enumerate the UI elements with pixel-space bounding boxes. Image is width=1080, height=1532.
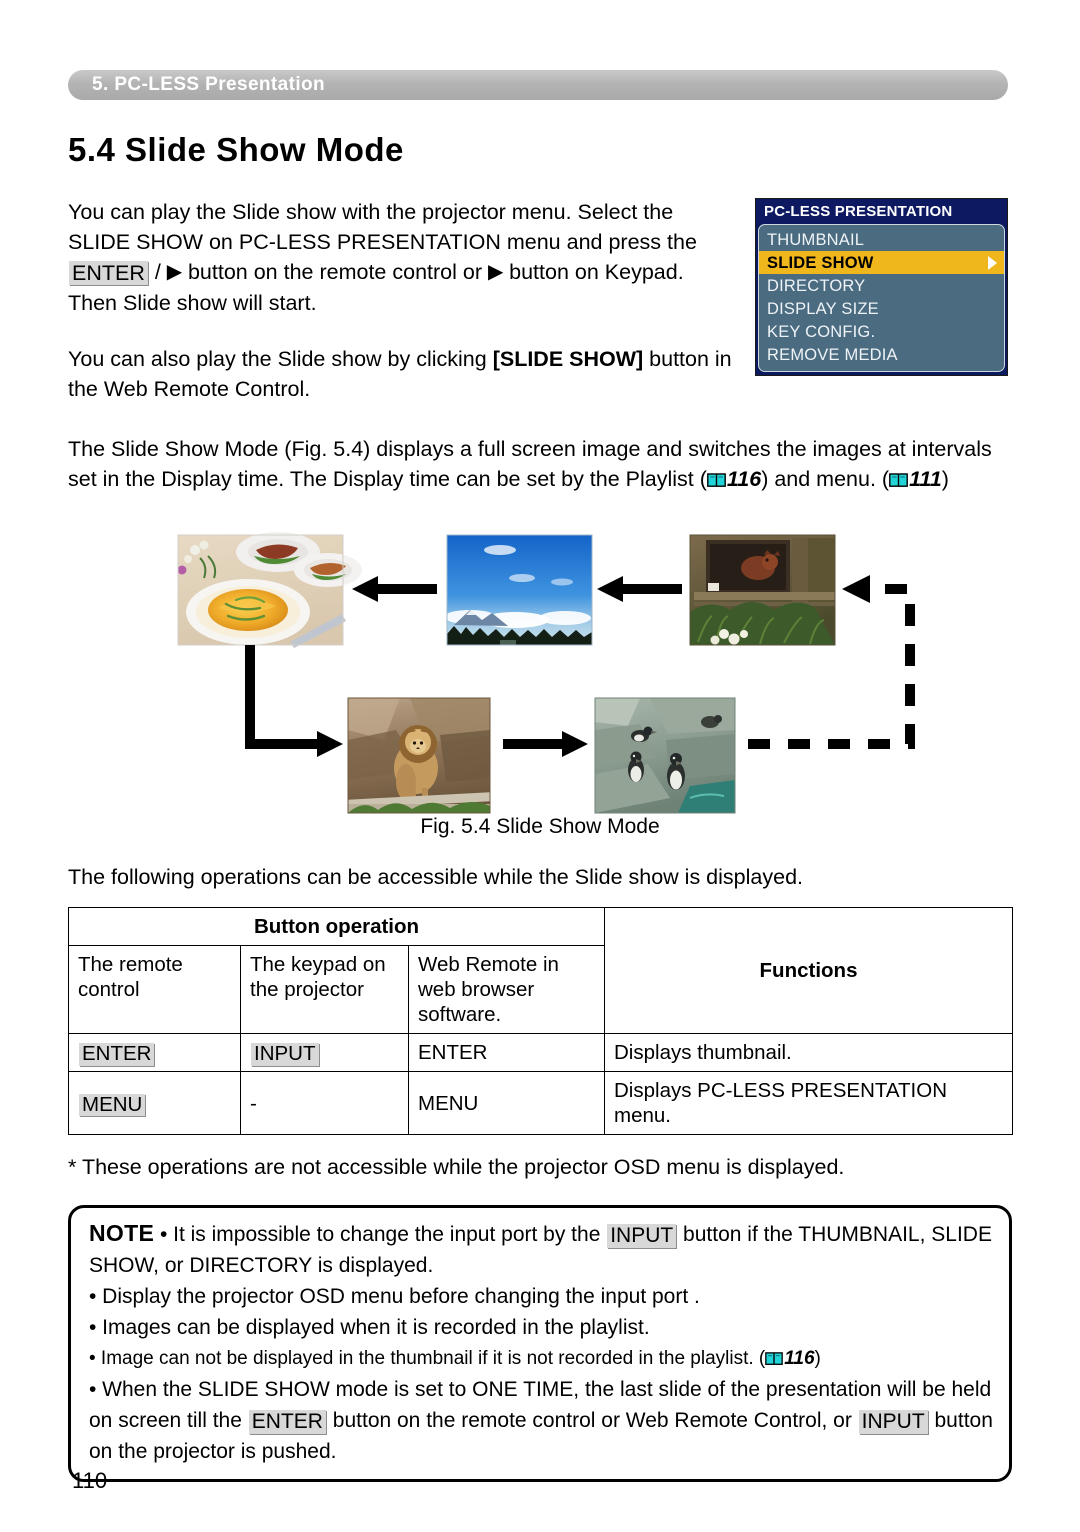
- osd-item-thumbnail-label: THUMBNAIL: [767, 230, 865, 249]
- note-line-5-b: button on the remote control or Web Remo…: [326, 1409, 858, 1432]
- table-row: MENU - MENU Displays PC-LESS PRESENTATIO…: [68, 1071, 1013, 1135]
- paragraph-web-remote-a: You can also play the Slide show by clic…: [68, 347, 493, 371]
- osd-item-directory[interactable]: DIRECTORY: [759, 274, 1004, 297]
- slide-photo-lion: [347, 697, 491, 814]
- osd-menu-title: PC-LESS PRESENTATION: [756, 199, 1007, 224]
- row1-keypad-cell: INPUT: [240, 1033, 409, 1072]
- osd-menu-screenshot: PC-LESS PRESENTATION THUMBNAIL SLIDE SHO…: [755, 198, 1008, 376]
- page-reference-116: 116: [707, 464, 761, 494]
- paragraph-mode-description: The Slide Show Mode (Fig. 5.4) displays …: [68, 434, 1016, 494]
- book-icon: [707, 473, 726, 487]
- figure-caption: Fig. 5.4 Slide Show Mode: [420, 815, 660, 838]
- osd-item-slide-show-label: SLIDE SHOW: [767, 253, 874, 272]
- page-reference-116-note-number: 116: [784, 1348, 815, 1369]
- paragraph-operations-intro: The following operations can be accessib…: [68, 865, 803, 889]
- paragraph-mode-b: ) and menu. (: [761, 467, 890, 491]
- osd-item-key-config[interactable]: KEY CONFIG.: [759, 320, 1004, 343]
- paragraph-intro: You can play the Slide show with the pro…: [68, 197, 738, 318]
- paragraph-intro-slash: /: [148, 260, 167, 284]
- arrow-food-to-lion: [245, 645, 343, 757]
- osd-item-display-size-label: DISPLAY SIZE: [767, 299, 879, 318]
- osd-item-remove-media-label: REMOVE MEDIA: [767, 345, 898, 364]
- slide-cycle-diagram: [177, 532, 915, 814]
- note-line-1-a: • It is impossible to change the input p…: [159, 1223, 607, 1246]
- osd-menu-list: THUMBNAIL SLIDE SHOW DIRECTORY DISPLAY S…: [758, 224, 1005, 372]
- chapter-header-label: 5. PC-LESS Presentation: [92, 74, 326, 95]
- table-header-button-operation: Button operation: [68, 907, 605, 946]
- page-reference-111-number: 111: [909, 467, 942, 491]
- right-triangle-icon-2: ▶: [487, 261, 504, 283]
- slide-show-cycle-figure: [170, 530, 930, 820]
- note-line-4-a: • Image can not be displayed in the thum…: [89, 1348, 766, 1369]
- table-header-remote-control: The remote control: [68, 945, 241, 1034]
- chapter-header-bar: 5. PC-LESS Presentation: [68, 70, 1008, 100]
- note-line-4: • Image can not be displayed in the thum…: [89, 1343, 993, 1374]
- slide-photo-penguins: [594, 697, 736, 814]
- arrow-panda-to-sky: [597, 576, 682, 602]
- book-icon: [765, 1352, 784, 1365]
- slide-photo-red-panda: [689, 534, 836, 646]
- note-line-4-b: ): [814, 1348, 821, 1369]
- enter-key-inline: ENTER: [69, 261, 148, 286]
- row2-web-cell: MENU: [408, 1071, 605, 1135]
- slide-show-button-label: [SLIDE SHOW]: [492, 347, 644, 371]
- row1-remote-key: ENTER: [79, 1042, 155, 1066]
- page-reference-116-note: 116: [765, 1343, 815, 1374]
- osd-item-thumbnail[interactable]: THUMBNAIL: [759, 228, 1004, 251]
- input-key-inline-1: INPUT: [607, 1224, 677, 1248]
- enter-key-inline-note: ENTER: [248, 1410, 326, 1434]
- note-line-2: • Display the projector OSD menu before …: [89, 1285, 700, 1308]
- osd-item-display-size[interactable]: DISPLAY SIZE: [759, 297, 1004, 320]
- table-header-keypad: The keypad on the projector: [240, 945, 409, 1034]
- row1-remote-cell: ENTER: [68, 1033, 241, 1072]
- osd-item-key-config-label: KEY CONFIG.: [767, 322, 876, 341]
- arrow-sky-to-food: [352, 576, 437, 602]
- paragraph-mode-c: ): [941, 467, 949, 491]
- paragraph-asterisk-note: * These operations are not accessible wh…: [68, 1155, 845, 1179]
- page-reference-116-number: 116: [726, 467, 762, 491]
- button-operation-table: Button operation Functions The remote co…: [68, 907, 1013, 1135]
- row2-function-cell: Displays PC-LESS PRESENTATION menu.: [604, 1071, 1013, 1135]
- row1-web-cell: ENTER: [408, 1033, 605, 1072]
- paragraph-intro-text-c: button on the remote control or: [182, 260, 488, 284]
- paragraph-web-remote: You can also play the Slide show by clic…: [68, 344, 738, 404]
- row1-function-cell: Displays thumbnail.: [604, 1033, 1013, 1072]
- arrow-lion-to-penguins: [503, 731, 588, 757]
- page-number: 110: [72, 1468, 108, 1493]
- page-title: 5.4 Slide Show Mode: [68, 131, 404, 168]
- right-triangle-icon: ▶: [166, 261, 182, 283]
- note-label: NOTE: [89, 1220, 155, 1246]
- row2-remote-key: MENU: [79, 1093, 146, 1117]
- osd-item-slide-show[interactable]: SLIDE SHOW: [759, 251, 1004, 274]
- page-reference-111: 111: [889, 464, 942, 494]
- input-key-inline-2: INPUT: [858, 1410, 928, 1434]
- note-line-1: NOTE • It is impossible to change the in…: [89, 1218, 993, 1281]
- osd-item-remove-media[interactable]: REMOVE MEDIA: [759, 343, 1004, 366]
- note-box: NOTE • It is impossible to change the in…: [68, 1205, 1012, 1482]
- slide-photo-sky: [444, 534, 593, 646]
- table-header-web-remote: Web Remote in web browser software.: [408, 945, 605, 1034]
- slide-photo-food: [177, 532, 362, 648]
- chevron-right-icon: [988, 255, 997, 270]
- table-row: ENTER INPUT ENTER Displays thumbnail.: [68, 1033, 1013, 1072]
- book-icon: [889, 473, 908, 487]
- paragraph-intro-text-a: You can play the Slide show with the pro…: [68, 200, 697, 254]
- table-header-row-group: Button operation Functions: [68, 907, 1013, 1034]
- row2-remote-cell: MENU: [68, 1071, 241, 1135]
- note-line-5: • When the SLIDE SHOW mode is set to ONE…: [89, 1374, 993, 1467]
- row1-keypad-key: INPUT: [251, 1042, 319, 1066]
- osd-item-directory-label: DIRECTORY: [767, 276, 866, 295]
- row2-keypad-cell: -: [240, 1071, 409, 1135]
- note-line-3: • Images can be displayed when it is rec…: [89, 1316, 650, 1339]
- table-header-functions: Functions: [604, 907, 1013, 1034]
